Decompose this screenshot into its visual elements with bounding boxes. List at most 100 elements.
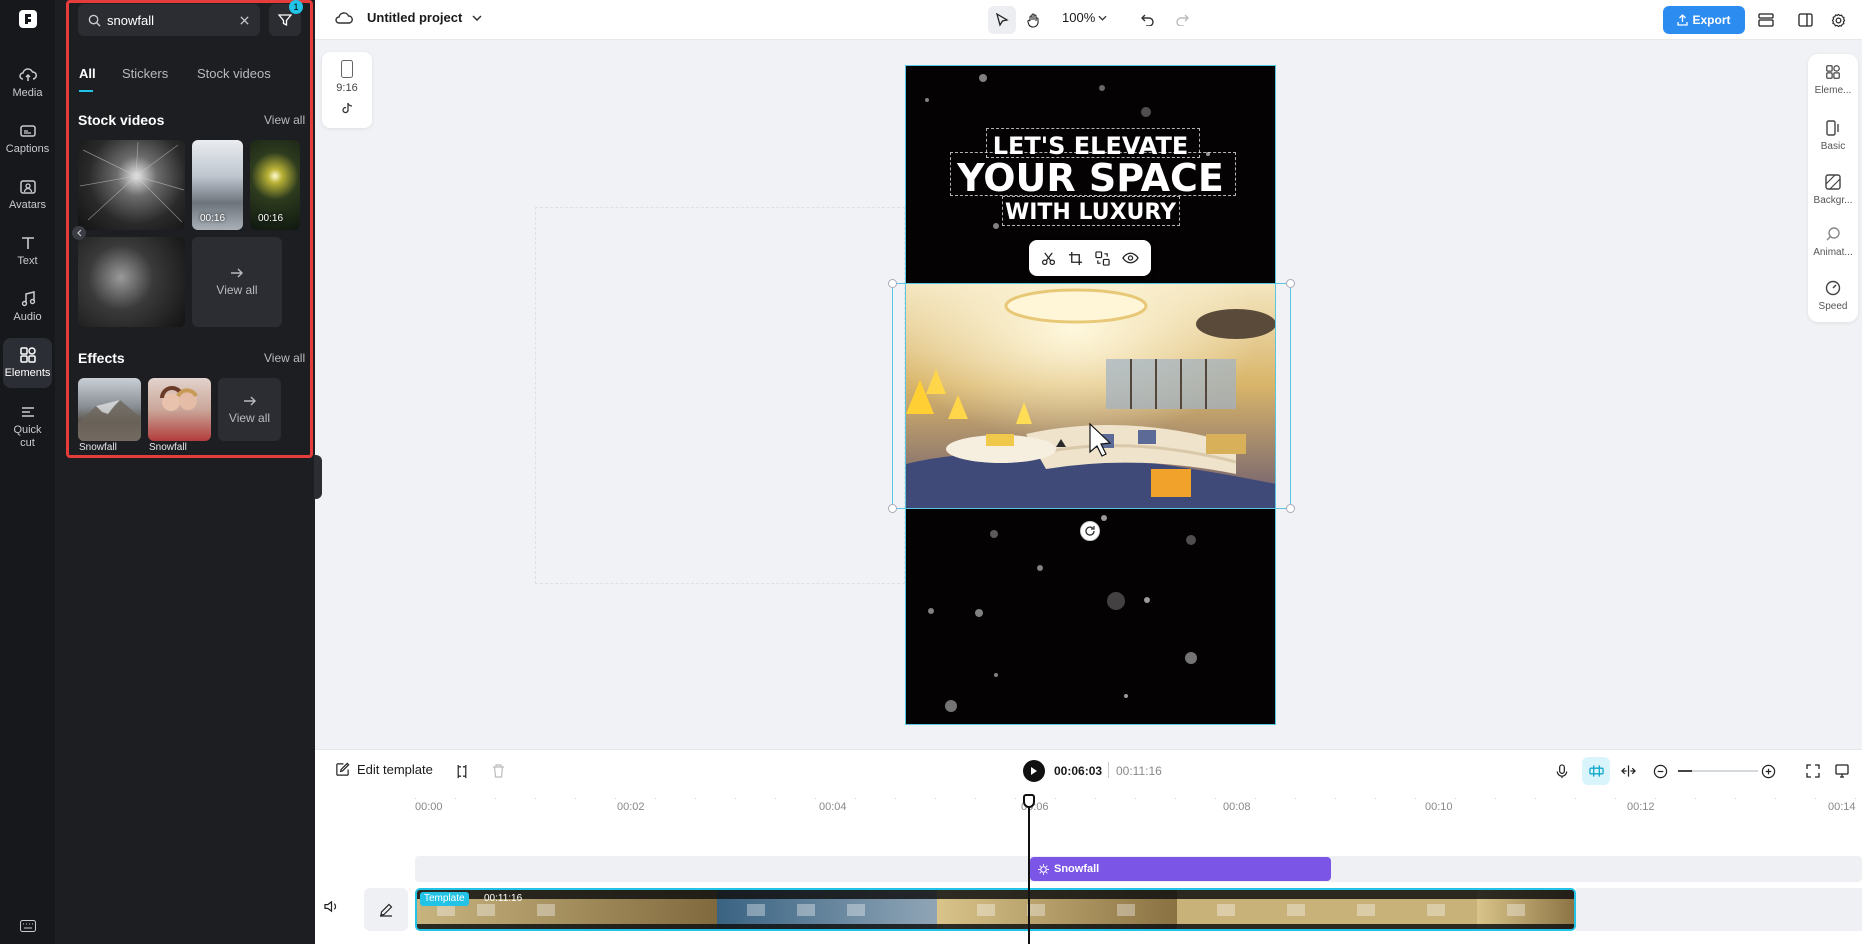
zoom-in-button[interactable] [1754,757,1782,785]
track-mute-button[interactable] [324,900,339,913]
split-button[interactable] [448,757,476,785]
clear-icon[interactable] [239,15,250,26]
rail-item-avatars[interactable]: Avatars [3,170,52,220]
replace-icon[interactable] [1095,250,1110,266]
scissors-icon[interactable] [1041,251,1056,266]
fit-timeline-button[interactable] [1799,757,1827,785]
zoom-out-button[interactable] [1646,757,1674,785]
resize-handle[interactable] [888,279,897,288]
export-button[interactable]: Export [1663,6,1745,34]
rail-item-captions[interactable]: Captions [3,114,52,164]
rail-item-quick-cut[interactable]: Quick cut [3,398,52,454]
effect-thumb[interactable] [78,378,141,441]
rail-item-audio[interactable]: Audio [3,282,52,332]
track-empty-area [1576,888,1862,931]
zoom-slider[interactable] [1678,770,1758,772]
rail-item-elements[interactable]: Elements [3,338,52,388]
tab-all[interactable]: All [79,66,96,81]
prop-label: Basic [1820,141,1846,152]
keyboard-icon[interactable] [20,920,36,932]
effect-thumb[interactable] [148,378,211,441]
properties-panel: Eleme... Basic Backgr... Animat... Speed [1808,54,1858,322]
prop-label: Backgr... [1813,195,1853,206]
prop-label: Animat... [1813,247,1853,258]
view-all-label: View all [228,410,271,425]
prop-basic[interactable]: Basic [1808,120,1858,152]
tab-stock-videos[interactable]: Stock videos [197,66,271,81]
stock-video-thumb[interactable]: 00:16 [192,140,243,230]
playhead[interactable] [1028,794,1030,944]
effects-view-all-card[interactable]: View all [218,378,281,441]
prop-background[interactable]: Backgr... [1808,174,1858,206]
preview-mode-button[interactable] [1828,757,1856,785]
chevron-left-icon [77,229,82,237]
rail-item-media[interactable]: Media [3,58,52,108]
rail-label: Captions [5,143,50,155]
prop-speed[interactable]: Speed [1808,280,1858,312]
playhead-handle[interactable] [1023,794,1035,808]
headline-line-2[interactable]: YOUR SPACE [906,156,1275,200]
aspect-ratio-selector[interactable]: 9:16 [322,52,372,128]
split-link-icon [1620,765,1636,777]
rail-item-text[interactable]: Text [3,226,52,276]
template-track[interactable] [415,888,1576,931]
split-icon [457,764,467,778]
effect-label: Snowfall [79,442,117,453]
magnet-snap-button[interactable] [1582,757,1610,785]
crop-icon[interactable] [1068,251,1083,266]
resize-handle[interactable] [1286,504,1295,513]
redo-button[interactable] [1168,6,1196,34]
rotate-handle[interactable] [1080,521,1100,541]
track-edit-button[interactable] [364,888,408,931]
filter-count-badge: 1 [289,0,303,14]
basic-icon [1826,120,1839,136]
undo-button[interactable] [1134,6,1162,34]
stock-view-all-card[interactable]: View all [192,237,282,327]
effect-clip-snowfall[interactable]: Snowfall [1030,857,1331,881]
link-button[interactable] [1614,757,1642,785]
speed-icon [1825,280,1841,296]
ruler-tick: 00:12 [1627,801,1655,813]
resize-handle[interactable] [1286,279,1295,288]
microphone-button[interactable] [1548,757,1576,785]
zoom-dropdown[interactable]: 100% [1062,10,1107,25]
stock-video-thumb[interactable]: 00:16 [250,140,300,230]
rail-label: Text [17,255,38,267]
resize-handle[interactable] [888,504,897,513]
project-title: Untitled project [367,10,463,25]
carousel-prev-button[interactable] [72,226,86,240]
layers-icon [1758,13,1774,27]
effects-view-all[interactable]: View all [264,351,305,365]
search-input[interactable]: snowfall [78,4,260,36]
select-tool-button[interactable] [988,6,1016,34]
play-icon [1031,767,1037,775]
edit-template-button[interactable]: Edit template [335,762,433,777]
gear-icon [1831,13,1845,27]
prop-animation[interactable]: Animat... [1808,226,1858,258]
stock-videos-view-all[interactable]: View all [264,113,305,127]
project-title-dropdown[interactable]: Untitled project [335,10,482,25]
floating-toolbar [1029,240,1151,276]
rail-label: Audio [13,311,42,323]
elements-icon [19,347,36,363]
settings-button[interactable] [1824,6,1852,34]
delete-button[interactable] [484,757,512,785]
monitor-icon [1835,764,1849,778]
layout-toggle-button[interactable] [1791,6,1819,34]
edit-icon [336,762,350,776]
elements-icon [1826,65,1840,79]
eye-icon[interactable] [1122,252,1139,264]
panel-collapse-handle[interactable] [314,455,322,499]
search-icon [88,14,101,27]
layers-button[interactable] [1752,6,1780,34]
prop-elements[interactable]: Eleme... [1808,64,1858,96]
hand-tool-button[interactable] [1020,6,1048,34]
play-button[interactable] [1023,760,1045,782]
tab-stickers[interactable]: Stickers [122,66,168,81]
stock-video-thumb[interactable] [78,140,185,230]
headline-line-3[interactable]: WITH LUXURY [906,200,1275,225]
stock-video-thumb[interactable] [78,237,185,327]
zoom-slider-fill [1678,770,1692,772]
app-logo[interactable] [19,10,37,28]
panel-layout-icon [1797,13,1813,27]
